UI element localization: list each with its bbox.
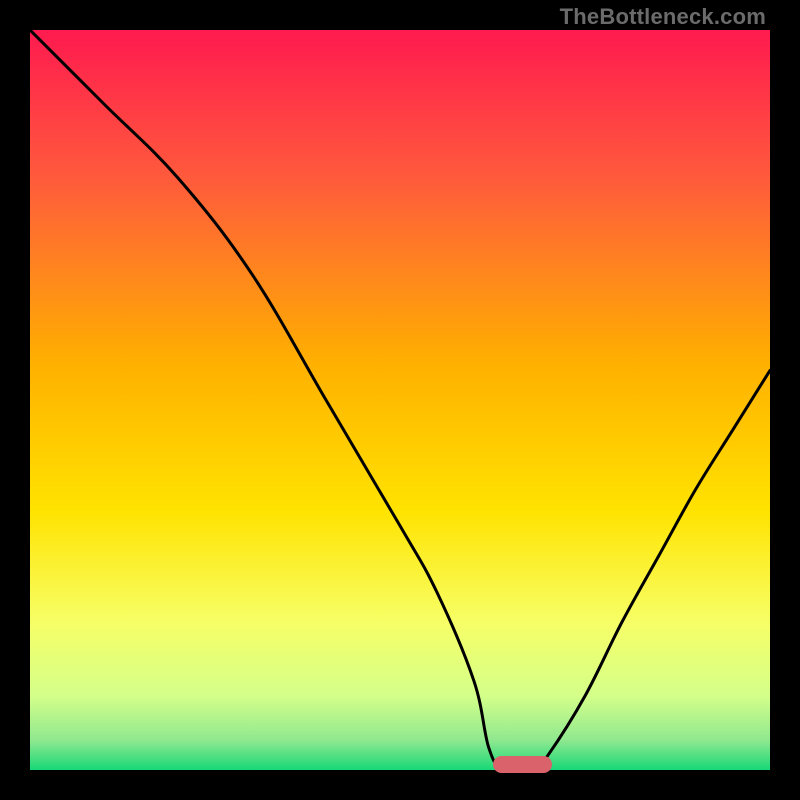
optimal-range-marker <box>493 756 552 773</box>
watermark-text: TheBottleneck.com <box>560 4 766 30</box>
chart-frame <box>30 30 770 770</box>
bottleneck-chart <box>30 30 770 770</box>
